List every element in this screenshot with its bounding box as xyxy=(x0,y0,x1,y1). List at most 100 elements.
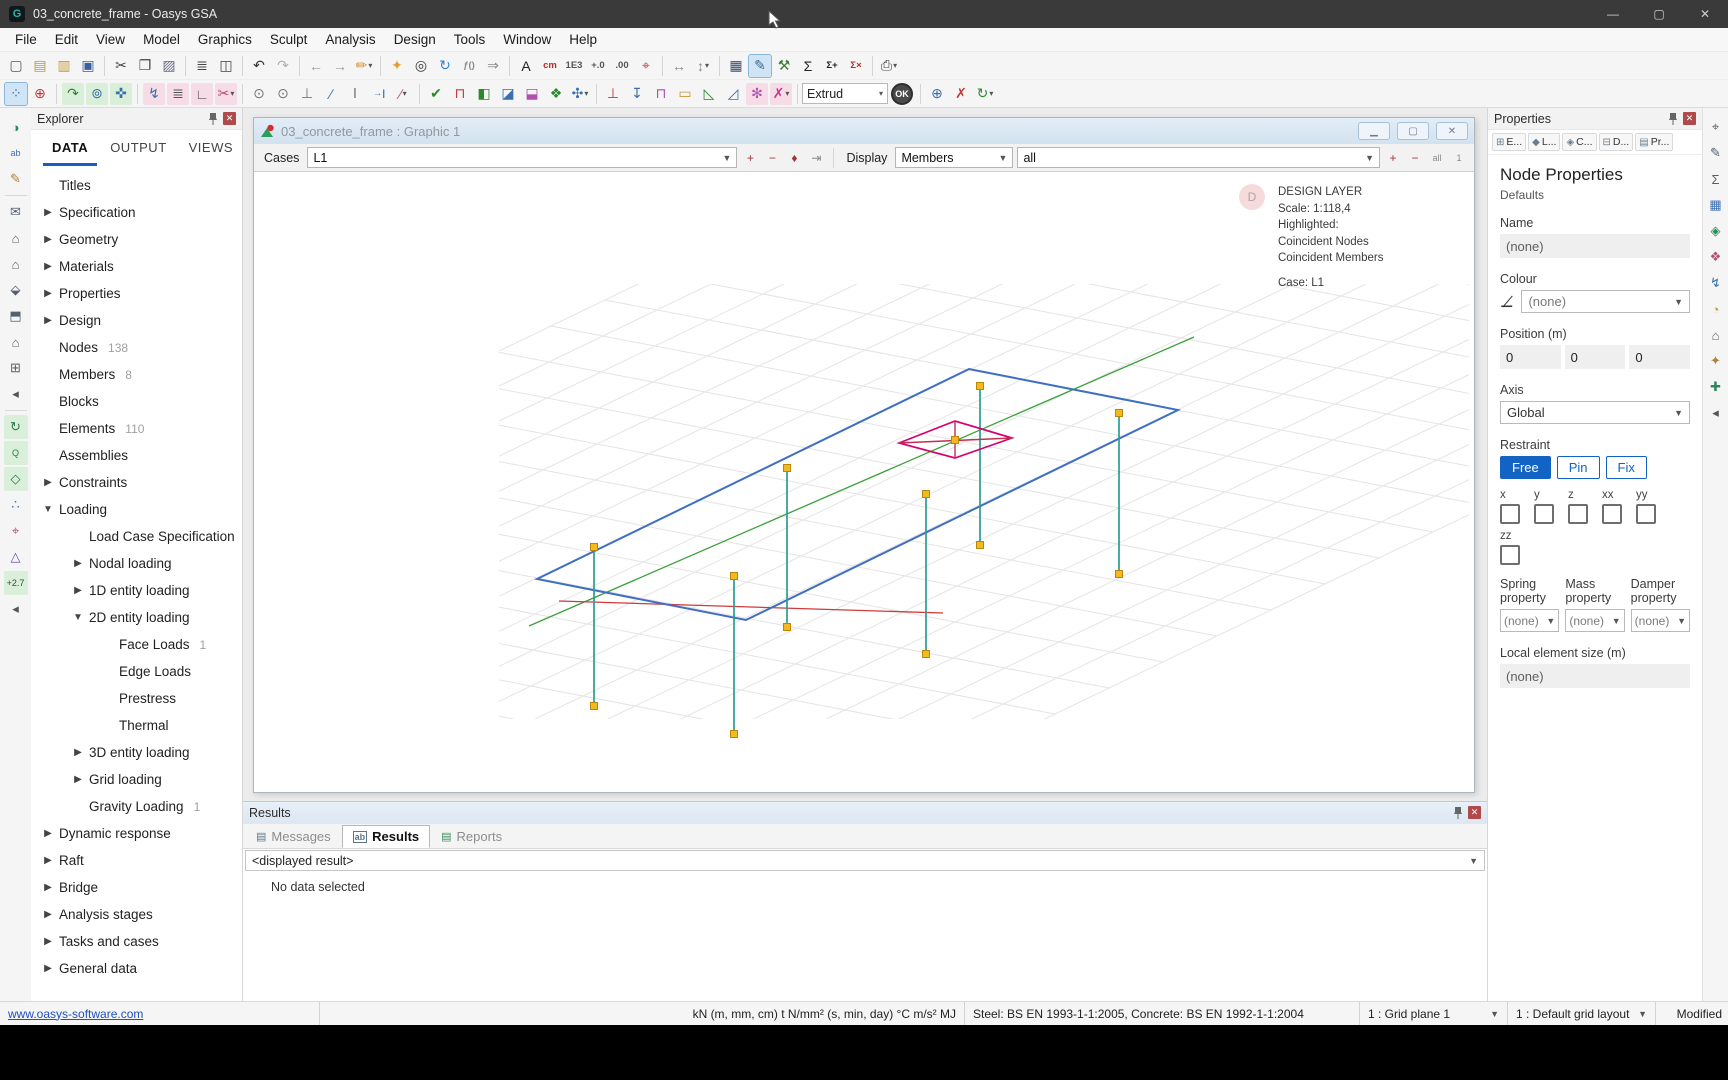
menu-help[interactable]: Help xyxy=(560,30,606,49)
menu-view[interactable]: View xyxy=(87,30,134,49)
axes-triad-icon[interactable]: ⌖ xyxy=(635,55,657,77)
chevron-down-icon[interactable]: ▾ xyxy=(893,61,897,70)
tree-item-analysis-stages[interactable]: ▶Analysis stages xyxy=(31,901,242,928)
expand-arrow-icon[interactable]: ▶ xyxy=(37,882,59,893)
orbit-icon[interactable]: ↻ xyxy=(4,415,28,439)
tree-item-titles[interactable]: Titles xyxy=(31,172,242,199)
font-icon[interactable]: A xyxy=(515,55,537,77)
name-input[interactable]: (none) xyxy=(1500,234,1690,258)
menu-window[interactable]: Window xyxy=(494,30,560,49)
tree-item-nodal-loading[interactable]: ▶Nodal loading xyxy=(31,550,242,577)
palette-icon[interactable]: ❖ xyxy=(1704,245,1728,269)
case-view-icon[interactable]: ⌂ xyxy=(4,330,28,354)
menu-design[interactable]: Design xyxy=(385,30,445,49)
volumes-icon[interactable]: ⌂ xyxy=(1704,323,1728,347)
expand-arrow-icon[interactable]: ▼ xyxy=(37,504,59,515)
load-tri-left-icon[interactable]: ◺ xyxy=(698,83,720,105)
member-flip-x-icon[interactable]: ⊓ xyxy=(449,83,471,105)
tree-item-members[interactable]: Members8 xyxy=(31,361,242,388)
expand-arrow-icon[interactable]: ▶ xyxy=(37,207,59,218)
tab-messages[interactable]: ▤ Messages xyxy=(245,825,342,848)
layers-icon[interactable]: ≣ xyxy=(167,83,189,105)
member-mirror-icon[interactable]: ⬓ xyxy=(521,83,543,105)
sculpt-mode-icon[interactable]: ✎ xyxy=(4,167,28,191)
trim-icon[interactable]: ✂▾ xyxy=(215,83,237,105)
cut-icon[interactable]: ✂ xyxy=(110,55,132,77)
exponent-icon[interactable]: 1E3 xyxy=(563,55,585,77)
expand-arrow-icon[interactable]: ▶ xyxy=(37,909,59,920)
sum-icon[interactable]: Σ xyxy=(797,55,819,77)
sculpt-circle-icon[interactable]: ⊚ xyxy=(86,83,108,105)
results-sigma-icon[interactable]: Σ xyxy=(1704,167,1728,191)
tree-item-raft[interactable]: ▶Raft xyxy=(31,847,242,874)
tree-item-dynamic-response[interactable]: ▶Dynamic response xyxy=(31,820,242,847)
tree-item-materials[interactable]: ▶Materials xyxy=(31,253,242,280)
print-icon[interactable]: ≣ xyxy=(191,55,213,77)
select-elements-icon[interactable]: ⌖ xyxy=(4,519,28,543)
tree-item-2d-entity-loading[interactable]: ▼2D entity loading xyxy=(31,604,242,631)
position-y-input[interactable]: 0 xyxy=(1565,345,1626,369)
tree-item-blocks[interactable]: Blocks xyxy=(31,388,242,415)
expand-arrow-icon[interactable]: ▶ xyxy=(67,774,89,785)
oasys-website-link[interactable]: www.oasys-software.com xyxy=(8,1007,143,1021)
tree-item-grid-loading[interactable]: ▶Grid loading xyxy=(31,766,242,793)
tree-item-3d-entity-loading[interactable]: ▶3D entity loading xyxy=(31,739,242,766)
tree-item-gravity-loading[interactable]: Gravity Loading1 xyxy=(31,793,242,820)
menu-file[interactable]: File xyxy=(6,30,46,49)
expand-list-button[interactable]: + xyxy=(1384,151,1402,165)
select-one-button[interactable]: 1 xyxy=(1450,153,1468,163)
graphic-minimize-button[interactable]: ▁ xyxy=(1358,122,1390,140)
displayed-result-combo[interactable]: <displayed result> ▼ xyxy=(245,850,1485,871)
node-marker[interactable] xyxy=(591,544,598,551)
menu-graphics[interactable]: Graphics xyxy=(189,30,261,49)
iso-view-icon[interactable]: ◇ xyxy=(4,467,28,491)
node-marker[interactable] xyxy=(923,491,930,498)
back-icon[interactable]: ← xyxy=(305,55,327,77)
highlight-icon[interactable]: ✦ xyxy=(1704,349,1728,373)
member-rotate-icon[interactable]: ❖ xyxy=(545,83,567,105)
remove-case-button[interactable]: − xyxy=(763,151,781,165)
save-file-icon[interactable]: ▣ xyxy=(77,55,99,77)
tree-item-thermal[interactable]: Thermal xyxy=(31,712,242,739)
pin-icon[interactable] xyxy=(208,112,218,126)
display-combo[interactable]: Members▼ xyxy=(895,147,1013,168)
node-marker[interactable] xyxy=(977,542,984,549)
annotate-icon[interactable]: ✎ xyxy=(1704,141,1728,165)
support-add-icon[interactable]: ⊥ xyxy=(602,83,624,105)
expand-arrow-icon[interactable]: ▶ xyxy=(37,234,59,245)
expand-arrow-icon[interactable]: ▶ xyxy=(37,855,59,866)
tree-item-tasks-and-cases[interactable]: ▶Tasks and cases xyxy=(31,928,242,955)
expand-horizontal-icon[interactable]: ↔ xyxy=(668,55,690,77)
chevron-down-icon[interactable]: ▾ xyxy=(705,61,709,70)
goto-icon[interactable]: ⇒ xyxy=(482,55,504,77)
menu-edit[interactable]: Edit xyxy=(46,30,87,49)
paste-icon[interactable]: ▨ xyxy=(158,55,180,77)
sum-add-icon[interactable]: Σ+ xyxy=(821,55,843,77)
diagonal-member-icon[interactable]: ∕▾ xyxy=(392,83,414,105)
dof-yy-checkbox[interactable] xyxy=(1636,504,1656,524)
props-tab-elements[interactable]: ⊞E... xyxy=(1492,133,1526,151)
sum-remove-icon[interactable]: Σ× xyxy=(845,55,867,77)
tree-item-general-data[interactable]: ▶General data xyxy=(31,955,242,982)
coordinates-icon[interactable]: +2.7 xyxy=(4,571,28,595)
new-file-icon[interactable]: ▢ xyxy=(5,55,27,77)
table-view-icon[interactable]: ▦ xyxy=(725,55,747,77)
sculpt-joint-icon[interactable]: ✜ xyxy=(110,83,132,105)
expand-arrow-icon[interactable]: ▶ xyxy=(67,585,89,596)
tree-item-1d-entity-loading[interactable]: ▶1D entity loading xyxy=(31,577,242,604)
expand-arrow-icon[interactable]: ▶ xyxy=(67,558,89,569)
dof-zz-checkbox[interactable] xyxy=(1500,545,1520,565)
dof-xx-checkbox[interactable] xyxy=(1602,504,1622,524)
restraint-free-button[interactable]: Free xyxy=(1500,456,1551,479)
graphic-views-icon[interactable]: ◑ xyxy=(4,115,28,139)
tree-item-specification[interactable]: ▶Specification xyxy=(31,199,242,226)
expand-arrow-icon[interactable]: ▶ xyxy=(37,477,59,488)
expand-arrow-icon[interactable]: ▼ xyxy=(67,612,89,623)
increase-decimals-icon[interactable]: +.0 xyxy=(587,55,609,77)
drag-nodes-icon[interactable]: ⁘ xyxy=(5,83,27,105)
close-button[interactable]: ✕ xyxy=(1682,0,1728,28)
section-view-icon[interactable]: ✉ xyxy=(4,200,28,224)
tree-item-properties[interactable]: ▶Properties xyxy=(31,280,242,307)
expand-arrow-icon[interactable]: ▶ xyxy=(37,315,59,326)
tree-item-elements[interactable]: Elements110 xyxy=(31,415,242,442)
